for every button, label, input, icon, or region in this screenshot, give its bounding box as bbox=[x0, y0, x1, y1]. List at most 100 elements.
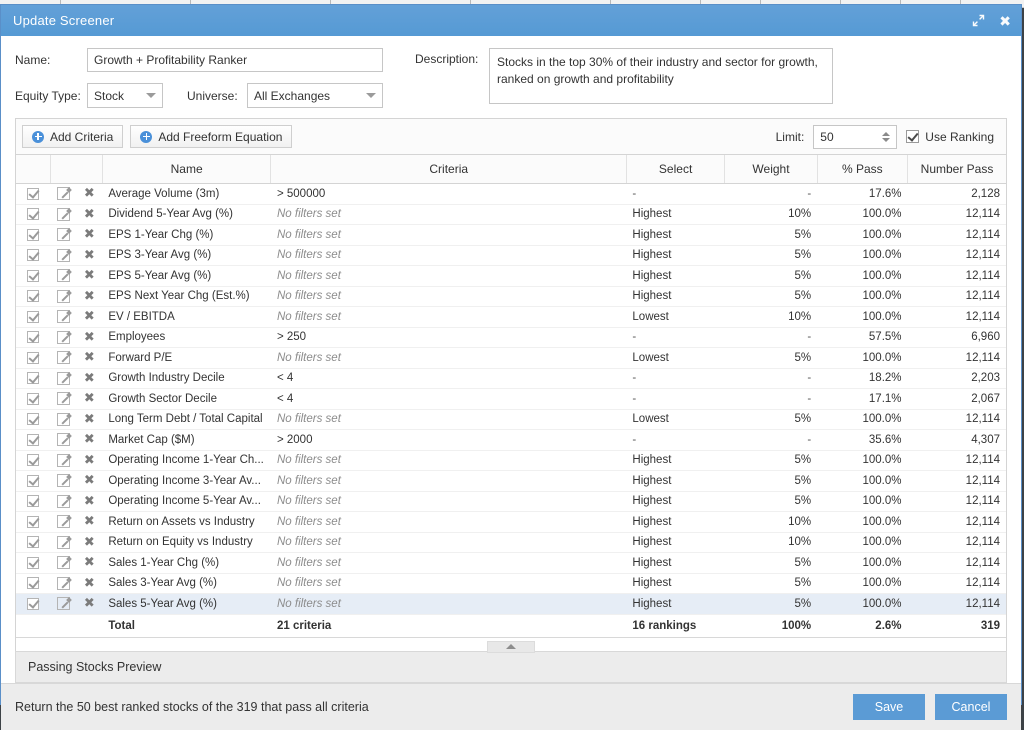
row-edit-button[interactable] bbox=[50, 327, 77, 348]
row-enabled-checkbox[interactable] bbox=[16, 593, 51, 615]
column-header-weight[interactable]: Weight bbox=[724, 155, 818, 184]
row-edit-button[interactable] bbox=[50, 347, 77, 369]
row-enabled-checkbox[interactable] bbox=[16, 470, 51, 492]
column-header-name[interactable]: Name bbox=[102, 155, 272, 184]
row-delete-button[interactable]: ✖ bbox=[76, 532, 103, 553]
table-row[interactable]: ✖ Market Cap ($M) > 2000- -35.6% 4,307 bbox=[16, 429, 1006, 451]
row-enabled-checkbox[interactable] bbox=[16, 368, 51, 389]
row-delete-button[interactable]: ✖ bbox=[76, 573, 103, 594]
row-delete-button[interactable]: ✖ bbox=[76, 265, 103, 287]
row-delete-button[interactable]: ✖ bbox=[76, 429, 103, 451]
row-edit-button[interactable] bbox=[50, 306, 77, 328]
row-enabled-checkbox[interactable] bbox=[16, 450, 51, 471]
row-edit-button[interactable] bbox=[50, 224, 77, 246]
use-ranking-checkbox[interactable]: Use Ranking bbox=[906, 130, 994, 144]
row-delete-button[interactable]: ✖ bbox=[76, 593, 103, 615]
table-row[interactable]: ✖ EPS 3-Year Avg (%) No filters set Highest… bbox=[16, 245, 1006, 266]
row-enabled-checkbox[interactable] bbox=[16, 245, 51, 266]
row-delete-button[interactable]: ✖ bbox=[76, 552, 103, 574]
universe-select[interactable]: All Exchanges bbox=[247, 83, 383, 108]
row-edit-button[interactable] bbox=[50, 204, 77, 225]
column-header-criteria[interactable]: Criteria bbox=[270, 155, 627, 184]
table-row[interactable]: ✖ Dividend 5-Year Avg (%) No filters set Hi… bbox=[16, 204, 1006, 225]
table-row[interactable]: ✖ Return on Assets vs Industry No filters … bbox=[16, 511, 1006, 533]
row-delete-button[interactable]: ✖ bbox=[76, 327, 103, 348]
row-edit-button[interactable] bbox=[50, 388, 77, 410]
row-enabled-checkbox[interactable] bbox=[16, 409, 51, 430]
row-delete-button[interactable]: ✖ bbox=[76, 204, 103, 225]
row-enabled-checkbox[interactable] bbox=[16, 532, 51, 553]
row-enabled-checkbox[interactable] bbox=[16, 183, 51, 205]
row-enabled-checkbox[interactable] bbox=[16, 204, 51, 225]
row-delete-button[interactable]: ✖ bbox=[76, 511, 103, 533]
add-freeform-equation-button[interactable]: Add Freeform Equation bbox=[130, 125, 293, 148]
row-delete-button[interactable]: ✖ bbox=[76, 491, 103, 512]
spinner-arrows-icon[interactable] bbox=[882, 131, 891, 142]
table-row[interactable]: ✖ EPS 1-Year Chg (%) No filters set Highest… bbox=[16, 224, 1006, 246]
table-row[interactable]: ✖ Sales 5-Year Avg (%) No filters set Highe… bbox=[16, 593, 1006, 615]
description-input[interactable] bbox=[489, 48, 833, 104]
column-header-check[interactable] bbox=[16, 155, 51, 184]
row-edit-button[interactable] bbox=[50, 511, 77, 533]
row-enabled-checkbox[interactable] bbox=[16, 265, 51, 287]
row-enabled-checkbox[interactable] bbox=[16, 388, 51, 410]
table-row[interactable]: ✖ Forward P/E No filters set Lowest 5% 100.0%… bbox=[16, 347, 1006, 369]
table-row[interactable]: ✖ EPS Next Year Chg (Est.%) No filters set… bbox=[16, 286, 1006, 307]
table-row[interactable]: ✖ Sales 3-Year Avg (%) No filters set Highe… bbox=[16, 573, 1006, 594]
table-row[interactable]: ✖ EPS 5-Year Avg (%) No filters set Highest… bbox=[16, 265, 1006, 287]
limit-stepper[interactable]: 50 bbox=[813, 124, 898, 149]
row-enabled-checkbox[interactable] bbox=[16, 573, 51, 594]
row-delete-button[interactable]: ✖ bbox=[76, 183, 103, 205]
collapse-handle[interactable] bbox=[487, 640, 535, 653]
row-edit-button[interactable] bbox=[50, 552, 77, 574]
passing-stocks-preview-header[interactable]: Passing Stocks Preview bbox=[15, 650, 1007, 683]
row-enabled-checkbox[interactable] bbox=[16, 552, 51, 574]
row-delete-button[interactable]: ✖ bbox=[76, 306, 103, 328]
table-row[interactable]: ✖ Return on Equity vs Industry No filters … bbox=[16, 532, 1006, 553]
row-enabled-checkbox[interactable] bbox=[16, 511, 51, 533]
table-row[interactable]: ✖ Operating Income 3-Year Av... No filters… bbox=[16, 470, 1006, 492]
add-criteria-button[interactable]: Add Criteria bbox=[22, 125, 124, 148]
row-edit-button[interactable] bbox=[50, 532, 77, 553]
row-edit-button[interactable] bbox=[50, 368, 77, 389]
column-header-select[interactable]: Select bbox=[626, 155, 726, 184]
table-row[interactable]: ✖ Growth Industry Decile < 4- -18.2% 2,203 bbox=[16, 368, 1006, 389]
column-header-pct-pass[interactable]: % Pass bbox=[817, 155, 909, 184]
table-row[interactable]: ✖ Operating Income 1-Year Ch... No filters… bbox=[16, 450, 1006, 471]
expand-icon[interactable] bbox=[972, 14, 985, 27]
row-enabled-checkbox[interactable] bbox=[16, 286, 51, 307]
row-enabled-checkbox[interactable] bbox=[16, 429, 51, 451]
row-delete-button[interactable]: ✖ bbox=[76, 450, 103, 471]
row-delete-button[interactable]: ✖ bbox=[76, 368, 103, 389]
row-edit-button[interactable] bbox=[50, 573, 77, 594]
row-delete-button[interactable]: ✖ bbox=[76, 347, 103, 369]
row-delete-button[interactable]: ✖ bbox=[76, 409, 103, 430]
row-edit-button[interactable] bbox=[50, 593, 77, 615]
row-delete-button[interactable]: ✖ bbox=[76, 470, 103, 492]
close-icon[interactable]: ✖ bbox=[999, 14, 1011, 28]
row-edit-button[interactable] bbox=[50, 265, 77, 287]
table-row[interactable]: ✖ EV / EBITDA No filters set Lowest 10% 100.0… bbox=[16, 306, 1006, 328]
table-row[interactable]: ✖ Average Volume (3m) > 500000- -17.6% 2,128 bbox=[16, 183, 1006, 205]
row-edit-button[interactable] bbox=[50, 450, 77, 471]
row-enabled-checkbox[interactable] bbox=[16, 224, 51, 246]
table-row[interactable]: ✖ Long Term Debt / Total Capital No filter… bbox=[16, 409, 1006, 430]
table-row[interactable]: ✖ Employees > 250- -57.5% 6,960 bbox=[16, 327, 1006, 348]
row-enabled-checkbox[interactable] bbox=[16, 347, 51, 369]
row-edit-button[interactable] bbox=[50, 491, 77, 512]
column-header-number-pass[interactable]: Number Pass bbox=[907, 155, 1006, 184]
row-delete-button[interactable]: ✖ bbox=[76, 224, 103, 246]
row-edit-button[interactable] bbox=[50, 429, 77, 451]
table-row[interactable]: ✖ Operating Income 5-Year Av... No filters… bbox=[16, 491, 1006, 512]
row-enabled-checkbox[interactable] bbox=[16, 306, 51, 328]
row-delete-button[interactable]: ✖ bbox=[76, 286, 103, 307]
row-delete-button[interactable]: ✖ bbox=[76, 245, 103, 266]
row-enabled-checkbox[interactable] bbox=[16, 327, 51, 348]
row-enabled-checkbox[interactable] bbox=[16, 491, 51, 512]
row-edit-button[interactable] bbox=[50, 470, 77, 492]
row-delete-button[interactable]: ✖ bbox=[76, 388, 103, 410]
name-input[interactable] bbox=[87, 48, 383, 72]
equity-type-select[interactable]: Stock bbox=[87, 83, 163, 108]
table-row[interactable]: ✖ Growth Sector Decile < 4- -17.1% 2,067 bbox=[16, 388, 1006, 410]
row-edit-button[interactable] bbox=[50, 183, 77, 205]
